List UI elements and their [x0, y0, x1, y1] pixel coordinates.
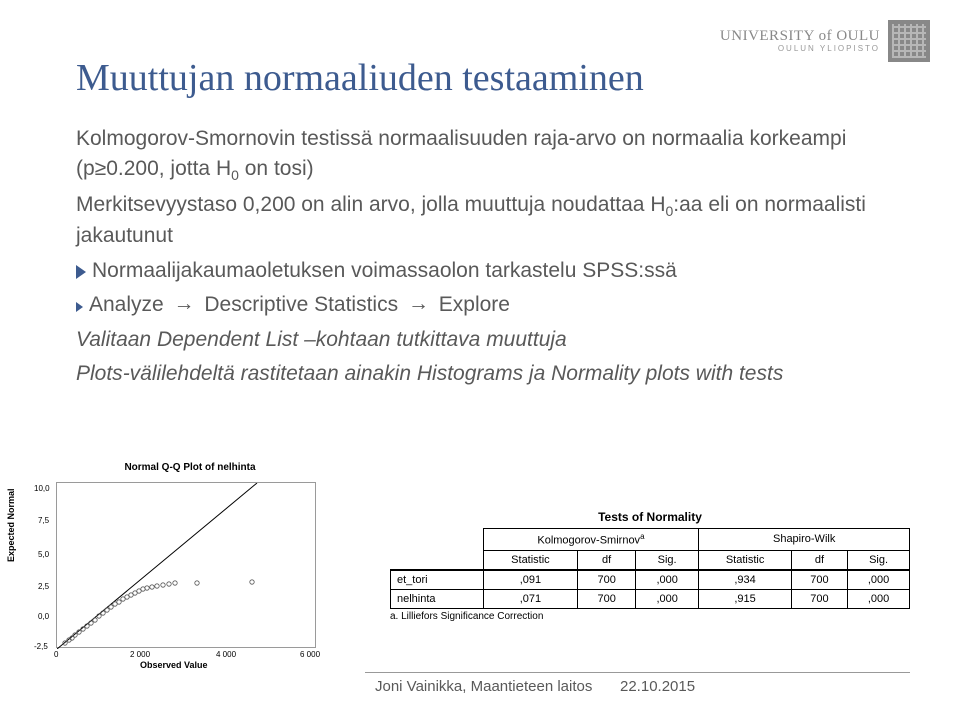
- ytick: 7,5: [38, 516, 49, 525]
- chart-title: Normal Q-Q Plot of nelhinta: [40, 462, 340, 473]
- xtick: 2 000: [130, 650, 150, 659]
- table-title: Tests of Normality: [390, 510, 910, 524]
- footer-divider: [365, 672, 910, 673]
- para-2: Merkitsevyystaso 0,200 on alin arvo, jol…: [76, 190, 910, 252]
- qq-plot-svg: [57, 483, 317, 649]
- footer-date: 22.10.2015: [620, 678, 695, 695]
- col-sig: Sig.: [635, 550, 698, 570]
- para-5: Valitaan Dependent List –kohtaan tutkitt…: [76, 325, 910, 355]
- para-6: Plots-välilehdeltä rastitetaan ainakin H…: [76, 359, 910, 389]
- slide-body: Kolmogorov-Smornovin testissä normaalisu…: [76, 120, 910, 394]
- col-group-sw: Shapiro-Wilk: [699, 529, 910, 551]
- university-header: UNIVERSITY of OULU OULUN YLIOPISTO: [720, 20, 930, 62]
- bullet-triangle-icon: [76, 265, 86, 279]
- plot-box: [56, 482, 316, 648]
- university-subtitle: OULUN YLIOPISTO: [720, 44, 880, 53]
- arrow-right-icon: →: [404, 289, 433, 319]
- ytick: 0,0: [38, 612, 49, 621]
- para-4: Analyze → Descriptive Statistics → Explo…: [76, 290, 910, 320]
- slide-title: Muuttujan normaaliuden testaaminen: [76, 56, 644, 100]
- ytick: 5,0: [38, 550, 49, 559]
- ytick: 2,5: [38, 582, 49, 591]
- bullet-triangle-small-icon: [76, 302, 83, 312]
- col-df: df: [791, 550, 847, 570]
- qq-plot: Normal Q-Q Plot of nelhinta Expected Nor…: [0, 462, 340, 692]
- xtick: 0: [54, 650, 58, 659]
- xtick: 4 000: [216, 650, 236, 659]
- xtick: 6 000: [300, 650, 320, 659]
- chart-xlabel: Observed Value: [140, 660, 208, 670]
- col-sig: Sig.: [848, 550, 910, 570]
- col-group-ks: Kolmogorov-Smirnova: [483, 529, 699, 551]
- col-stat: Statistic: [483, 550, 578, 570]
- table-footnote: a. Lilliefors Significance Correction: [390, 611, 910, 622]
- normality-table: Tests of Normality Kolmogorov-Smirnova S…: [390, 510, 910, 622]
- ytick: -2,5: [34, 642, 48, 651]
- para-1: Kolmogorov-Smornovin testissä normaalisu…: [76, 124, 910, 186]
- chart-ylabel: Expected Normal: [6, 488, 16, 562]
- table-row: nelhinta ,071 700 ,000 ,915 700 ,000: [391, 589, 910, 608]
- col-df: df: [578, 550, 636, 570]
- university-name: UNIVERSITY of OULU: [720, 29, 880, 44]
- col-stat: Statistic: [699, 550, 792, 570]
- university-logo-icon: [888, 20, 930, 62]
- para-3: Normaalijakaumaoletuksen voimassaolon ta…: [76, 256, 910, 286]
- footer-author: Joni Vainikka, Maantieteen laitos: [375, 678, 592, 695]
- arrow-right-icon: →: [170, 289, 199, 319]
- table: Kolmogorov-Smirnova Shapiro-Wilk Statist…: [390, 528, 910, 609]
- ytick: 10,0: [34, 484, 50, 493]
- table-row: et_tori ,091 700 ,000 ,934 700 ,000: [391, 570, 910, 590]
